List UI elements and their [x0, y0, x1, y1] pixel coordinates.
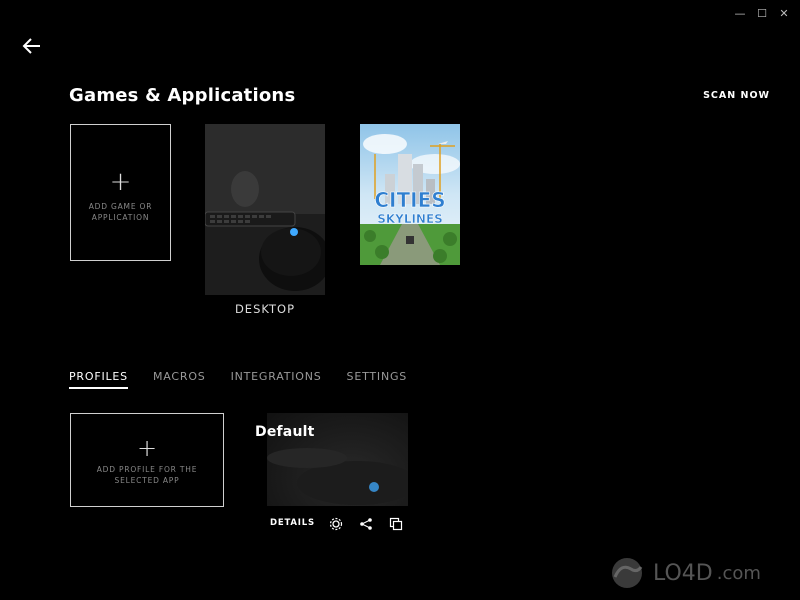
- scan-now-button[interactable]: SCAN NOW: [703, 90, 770, 101]
- skylines-art-text: SKYLINES: [377, 212, 443, 226]
- back-button[interactable]: [20, 34, 44, 58]
- plus-icon: +: [109, 167, 132, 197]
- plus-icon: +: [136, 434, 158, 462]
- profile-name: Default: [255, 424, 315, 440]
- lo4d-watermark: LO4D .com: [605, 557, 761, 589]
- minimize-icon: —: [734, 6, 746, 20]
- close-button[interactable]: ✕: [774, 6, 794, 20]
- tab-integrations[interactable]: INTEGRATIONS: [231, 370, 322, 389]
- add-profile-label: ADD PROFILE FOR THE SELECTED APP: [96, 465, 198, 485]
- watermark-brand: LO4D: [653, 560, 713, 586]
- maximize-icon: ☐: [757, 6, 767, 20]
- profile-share-button[interactable]: [359, 516, 373, 530]
- lo4d-logo-icon: [612, 558, 643, 588]
- close-icon: ✕: [779, 6, 789, 20]
- maximize-button[interactable]: ☐: [752, 6, 772, 20]
- game-tile-desktop[interactable]: [205, 124, 325, 295]
- add-profile-button[interactable]: + ADD PROFILE FOR THE SELECTED APP: [70, 413, 224, 507]
- page-title: Games & Applications: [69, 85, 296, 106]
- cities-art-text: CITIES: [374, 188, 445, 212]
- minimize-button[interactable]: —: [730, 6, 750, 20]
- tab-macros[interactable]: MACROS: [153, 370, 206, 389]
- watermark-suffix: .com: [716, 562, 761, 584]
- share-icon: [360, 518, 372, 530]
- tab-settings[interactable]: SETTINGS: [347, 370, 408, 389]
- back-arrow-icon: [22, 38, 40, 54]
- game-caption-desktop: DESKTOP: [234, 302, 296, 316]
- add-game-label: ADD GAME OR APPLICATION: [88, 202, 153, 222]
- desktop-art-image: [205, 124, 325, 295]
- profile-persistent-button[interactable]: [329, 516, 343, 531]
- tab-profiles[interactable]: PROFILES: [69, 370, 128, 389]
- tab-bar: PROFILES MACROS INTEGRATIONS SETTINGS: [69, 370, 407, 389]
- copy-icon: [389, 517, 403, 531]
- gear-icon: [329, 517, 343, 531]
- profile-details-button[interactable]: DETAILS: [270, 518, 315, 528]
- add-game-button[interactable]: + ADD GAME OR APPLICATION: [70, 124, 171, 261]
- profile-duplicate-button[interactable]: [389, 516, 403, 531]
- cities-skylines-art-image: CITIES SKYLINES: [360, 124, 460, 265]
- game-tile-cities-skylines[interactable]: CITIES SKYLINES: [360, 124, 460, 265]
